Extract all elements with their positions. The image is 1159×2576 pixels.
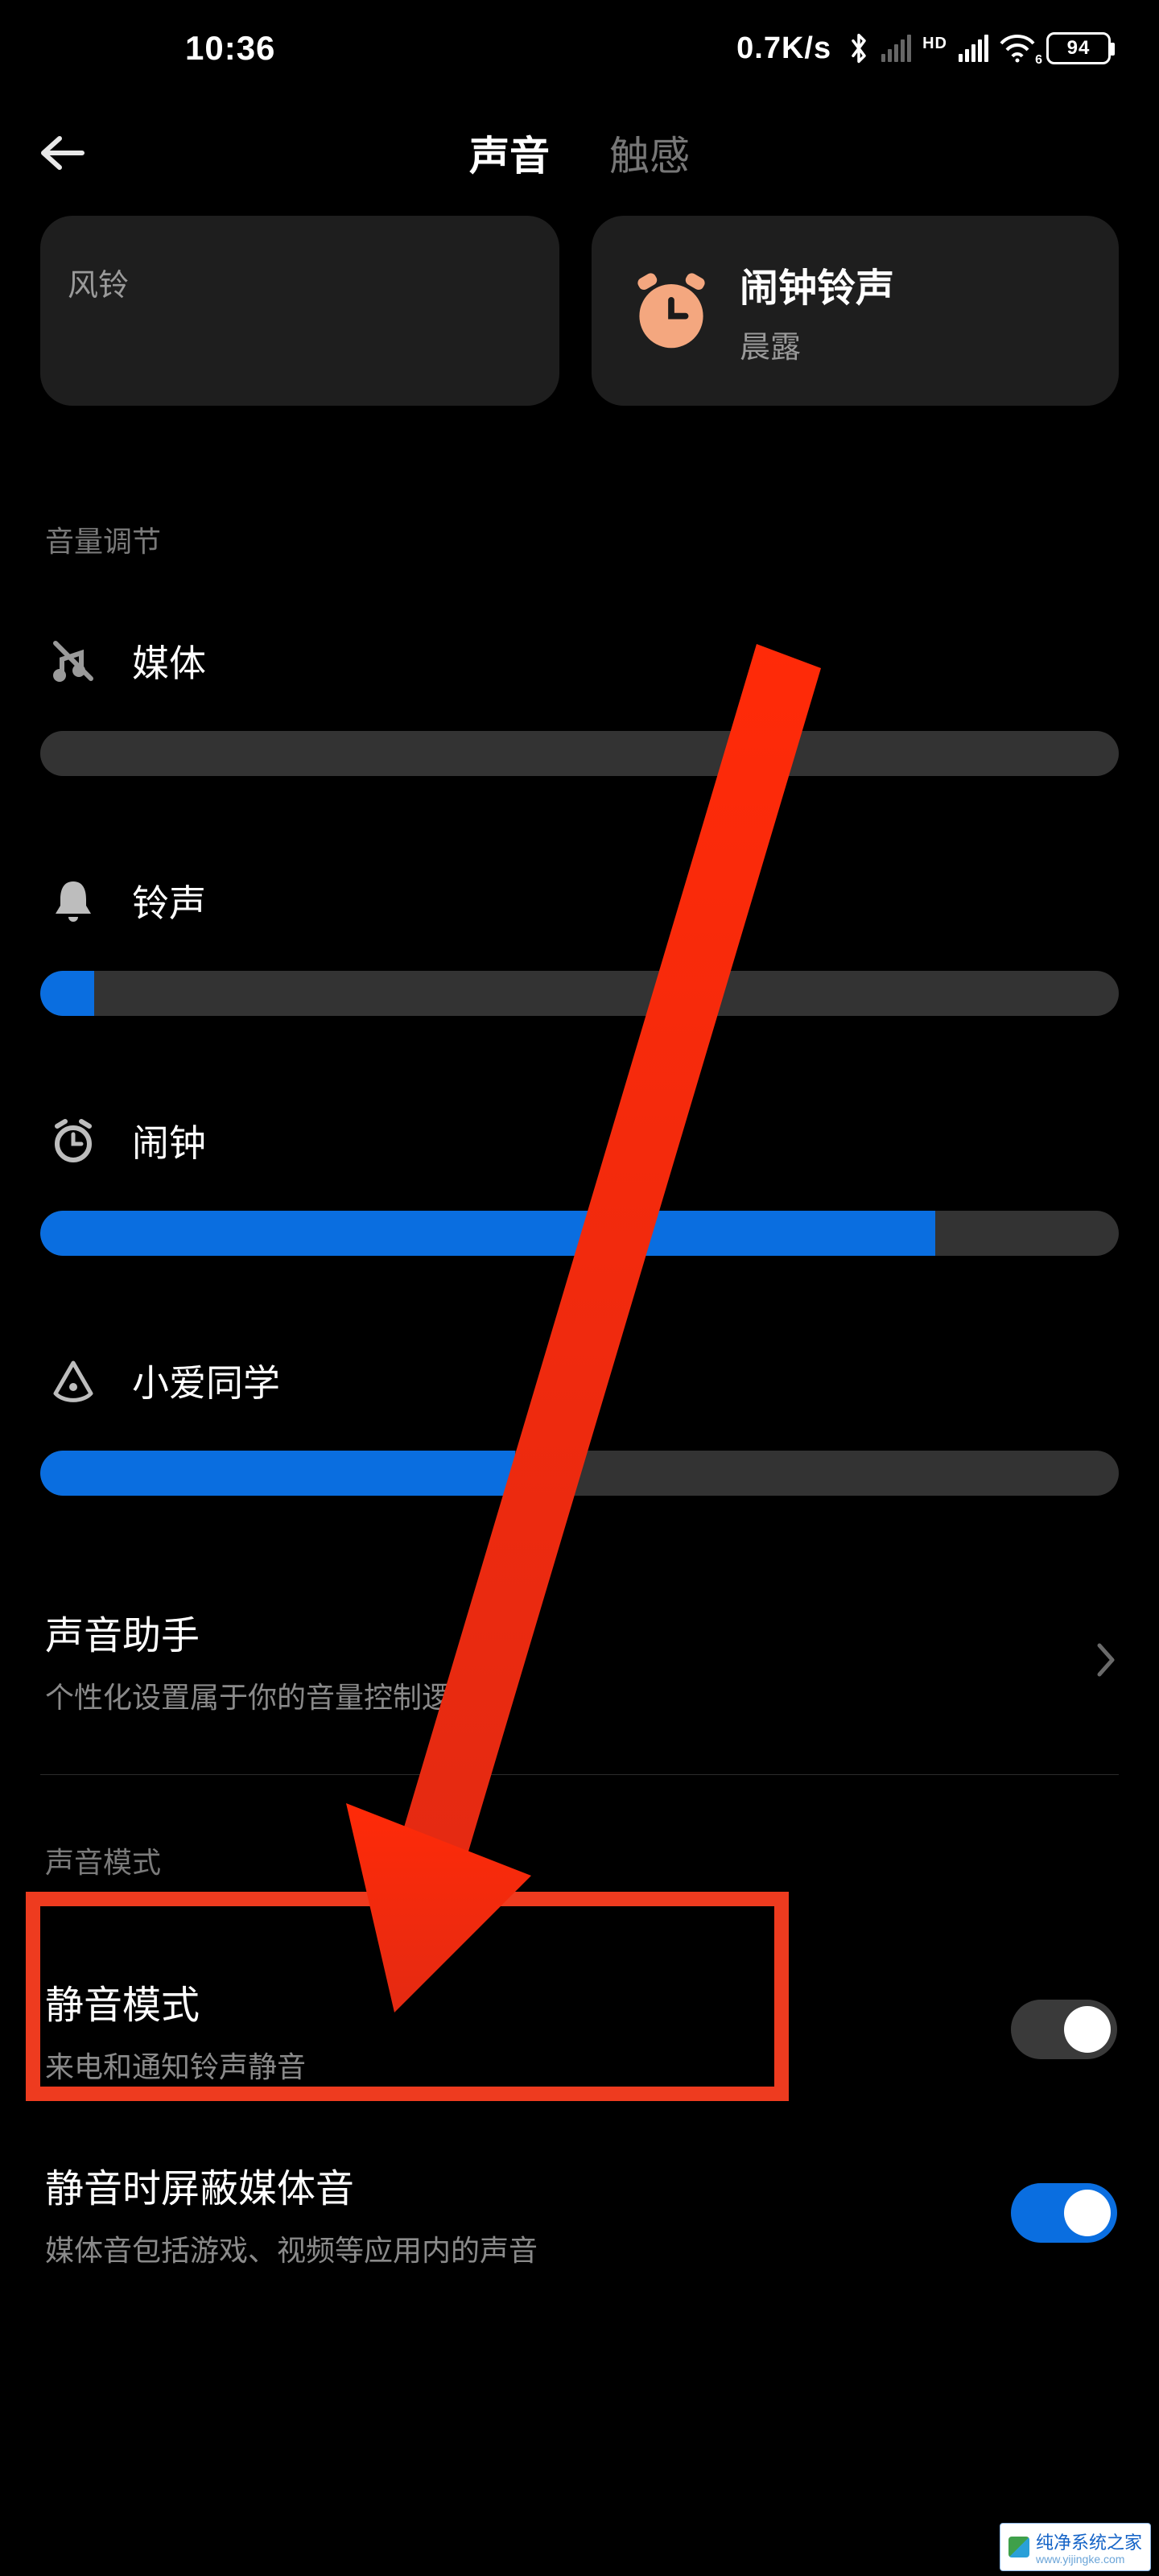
slider-label: 媒体 bbox=[132, 634, 206, 687]
wifi-icon: 6 bbox=[1000, 34, 1035, 63]
mute-media-row: 静音时屏蔽媒体音 媒体音包括游戏、视频等应用内的声音 bbox=[40, 2121, 1119, 2269]
row-subtitle: 媒体音包括游戏、视频等应用内的声音 bbox=[45, 2227, 1011, 2269]
wifi-sub: 6 bbox=[1035, 53, 1043, 68]
alarm-clock-icon bbox=[627, 266, 716, 355]
card-subtitle: 晨露 bbox=[740, 322, 894, 366]
xiaoai-icon bbox=[45, 1352, 101, 1409]
slider-label: 小爱同学 bbox=[132, 1354, 280, 1407]
signal-bars-2-icon bbox=[959, 35, 988, 62]
watermark-url: www.yijingke.com bbox=[1036, 2553, 1142, 2566]
arrow-left-icon bbox=[32, 130, 97, 175]
hd-indicator: HD bbox=[922, 36, 947, 51]
alarm-ringtone-card[interactable]: 闹钟铃声 晨露 bbox=[592, 216, 1119, 406]
battery-icon: 94 bbox=[1046, 32, 1111, 64]
chevron-right-icon bbox=[1095, 1642, 1117, 1678]
annotation-arrow-icon bbox=[306, 644, 821, 2013]
bluetooth-icon bbox=[848, 32, 870, 64]
slider-label: 闹钟 bbox=[132, 1114, 206, 1167]
watermark: 纯净系统之家 www.yijingke.com bbox=[1000, 2523, 1151, 2571]
media-mute-icon bbox=[45, 633, 101, 689]
mute-media-toggle[interactable] bbox=[1011, 2183, 1117, 2243]
status-time: 10:36 bbox=[185, 29, 275, 68]
signal-bars-1-icon bbox=[881, 35, 911, 62]
alarm-icon bbox=[45, 1113, 101, 1169]
row-title: 静音时屏蔽媒体音 bbox=[45, 2157, 1011, 2213]
page-header: 声音 触感 bbox=[0, 97, 1159, 209]
card-subtitle: 风铃 bbox=[68, 260, 532, 304]
ringtone-cards: - 风铃 闹钟铃声 晨露 bbox=[40, 216, 1119, 406]
tab-sound[interactable]: 声音 bbox=[469, 124, 550, 182]
bell-icon bbox=[45, 873, 101, 929]
status-bar: 10:36 0.7K/s HD 6 94 bbox=[0, 0, 1159, 97]
battery-level: 94 bbox=[1067, 37, 1091, 60]
notification-ringtone-card[interactable]: - 风铃 bbox=[40, 216, 559, 406]
watermark-text: 纯净系统之家 bbox=[1036, 2529, 1142, 2554]
card-title: 闹钟铃声 bbox=[740, 256, 894, 312]
silent-mode-toggle[interactable] bbox=[1011, 2000, 1117, 2059]
slider-label: 铃声 bbox=[132, 874, 206, 927]
watermark-logo-icon bbox=[1008, 2537, 1029, 2557]
section-volume-title: 音量调节 bbox=[45, 518, 1119, 560]
status-right: 0.7K/s HD 6 94 bbox=[736, 31, 1111, 66]
back-button[interactable] bbox=[32, 130, 129, 175]
tab-haptic[interactable]: 触感 bbox=[609, 124, 690, 182]
network-speed: 0.7K/s bbox=[736, 31, 831, 66]
